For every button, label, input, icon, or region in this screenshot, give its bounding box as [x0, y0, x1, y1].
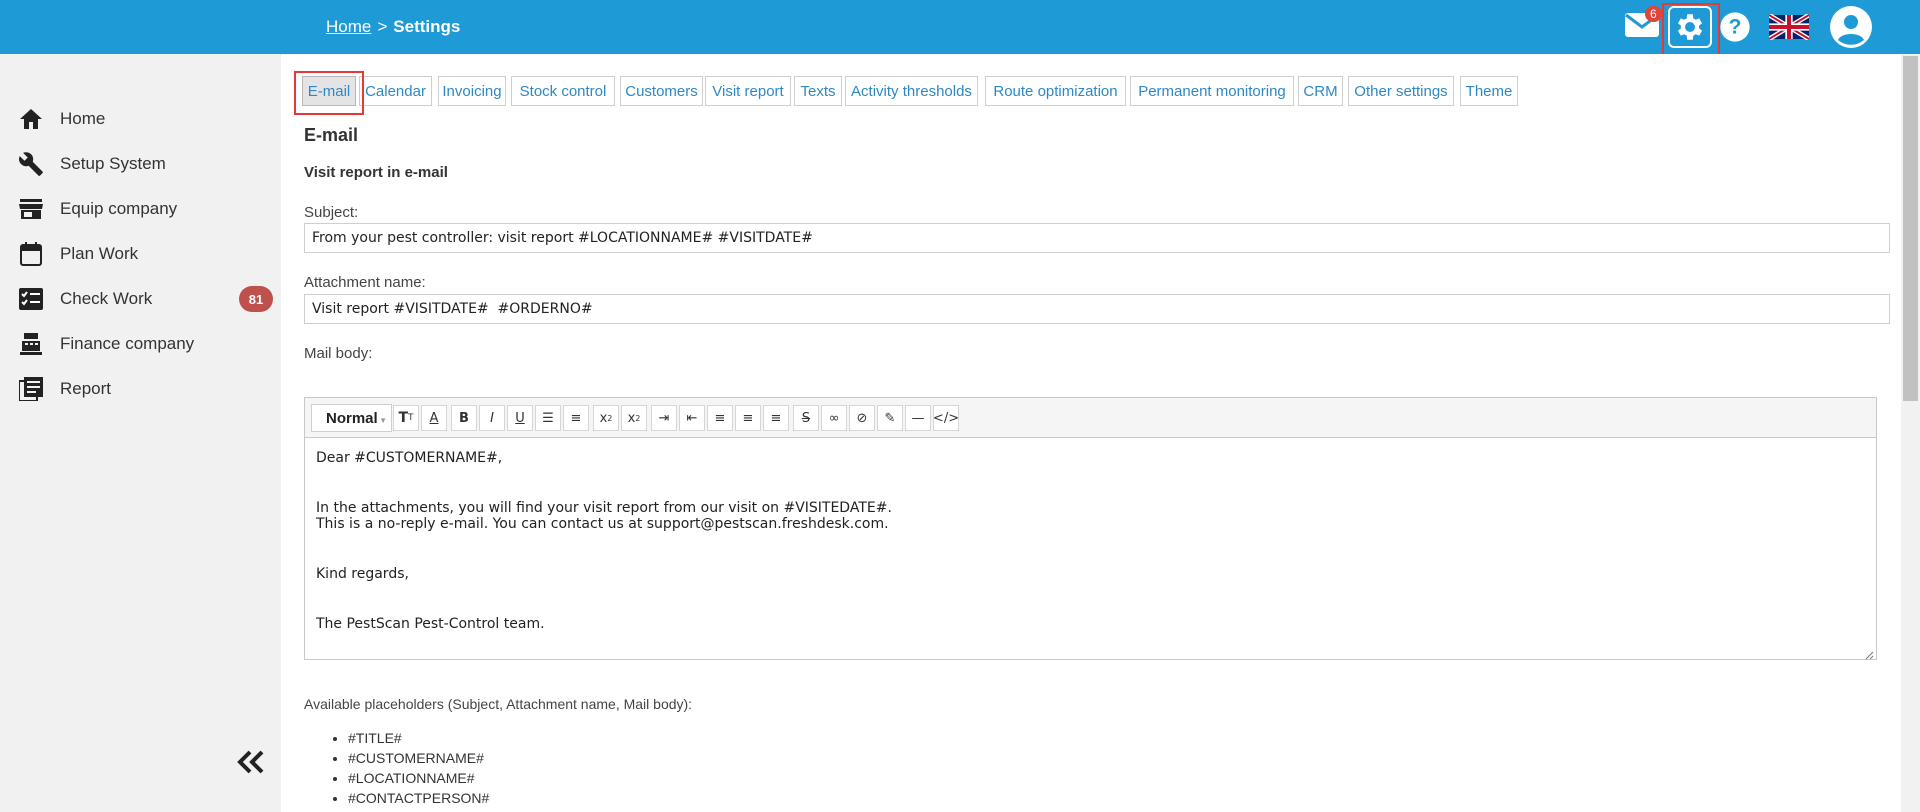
- mail-body-editor: Normal ▼ TT A B I U ☰ ≡ x2 x2 ⇥ ⇤ ≡ ≡ ≡ …: [304, 397, 1877, 660]
- editor-line: This is a no-reply e-mail. You can conta…: [316, 516, 889, 532]
- section-title: E-mail: [304, 125, 359, 145]
- editor-line: Dear #CUSTOMERNAME#,: [316, 450, 503, 466]
- sidebar: Home Setup System Equip company Plan Wor…: [0, 54, 281, 812]
- resize-handle-icon[interactable]: [1864, 647, 1874, 660]
- uk-flag-icon[interactable]: [1768, 13, 1810, 41]
- paragraph-style-value: Normal: [326, 409, 378, 427]
- placeholders-list: #TITLE# #CUSTOMERNAME# #LOCATIONNAME# #C…: [330, 728, 489, 808]
- tab-other-settings[interactable]: Other settings: [1348, 76, 1454, 106]
- sidebar-item-report[interactable]: Report: [0, 369, 281, 409]
- store-icon: [17, 195, 45, 223]
- sidebar-item-label: Plan Work: [60, 244, 139, 263]
- placeholders-label: Available placeholders (Subject, Attachm…: [304, 696, 693, 712]
- subscript-icon[interactable]: x2: [593, 405, 619, 431]
- tab-visit-report[interactable]: Visit report: [705, 76, 791, 106]
- align-right-icon[interactable]: ≡: [763, 405, 789, 431]
- tab-stock-control[interactable]: Stock control: [511, 76, 615, 106]
- help-icon[interactable]: ?: [1718, 8, 1752, 46]
- tab-invoicing[interactable]: Invoicing: [438, 76, 506, 106]
- subject-label: Subject:: [304, 204, 359, 221]
- list-item: #CUSTOMERNAME#: [348, 748, 489, 768]
- mail-body-label: Mail body:: [304, 345, 373, 362]
- font-color-icon[interactable]: A: [421, 405, 447, 431]
- list-item: #CONTACTPERSON#: [348, 788, 489, 808]
- check-work-count-badge: 81: [239, 286, 273, 312]
- breadcrumb-home-link[interactable]: Home: [326, 17, 371, 36]
- sidebar-item-label: Equip company: [60, 199, 178, 218]
- breadcrumb-current: Settings: [393, 17, 461, 36]
- unordered-list-icon[interactable]: ≡: [563, 405, 589, 431]
- user-avatar-icon[interactable]: [1828, 4, 1874, 50]
- list-item: #TITLE#: [348, 728, 489, 748]
- calendar-icon: [17, 240, 45, 268]
- align-center-icon[interactable]: ≡: [735, 405, 761, 431]
- svg-text:?: ?: [1728, 15, 1741, 39]
- editor-toolbar: Normal ▼ TT A B I U ☰ ≡ x2 x2 ⇥ ⇤ ≡ ≡ ≡ …: [305, 398, 1876, 438]
- cash-register-icon: [17, 330, 45, 358]
- wrench-icon: [17, 150, 45, 178]
- editor-line: [316, 582, 1856, 598]
- strikethrough-icon[interactable]: S: [793, 405, 819, 431]
- scrollbar-thumb[interactable]: [1903, 56, 1918, 401]
- editor-line: [316, 466, 1856, 482]
- tab-crm[interactable]: CRM: [1298, 76, 1343, 106]
- collapse-sidebar-icon[interactable]: [234, 742, 266, 782]
- source-code-icon[interactable]: </>: [933, 405, 959, 431]
- tab-theme[interactable]: Theme: [1460, 76, 1518, 106]
- eraser-icon[interactable]: ✎: [877, 405, 903, 431]
- horizontal-rule-icon[interactable]: —: [905, 405, 931, 431]
- tab-texts[interactable]: Texts: [794, 76, 842, 106]
- superscript-icon[interactable]: x2: [621, 405, 647, 431]
- tab-permanent-monitoring[interactable]: Permanent monitoring: [1130, 76, 1294, 106]
- breadcrumb-separator: >: [377, 17, 388, 36]
- editor-line: Kind regards,: [316, 566, 409, 582]
- sidebar-item-plan-work[interactable]: Plan Work: [0, 234, 281, 274]
- section-subtitle: Visit report in e-mail: [304, 164, 448, 181]
- italic-icon[interactable]: I: [479, 405, 505, 431]
- ordered-list-icon[interactable]: ☰: [535, 405, 561, 431]
- report-icon: [17, 375, 45, 403]
- bold-icon[interactable]: B: [451, 405, 477, 431]
- chevron-down-icon: ▼: [379, 416, 387, 425]
- sidebar-item-label: Home: [60, 109, 106, 128]
- tab-highlight-box: [294, 71, 364, 115]
- editor-line: The PestScan Pest-Control team.: [316, 616, 545, 632]
- breadcrumb: Home > Settings: [326, 17, 460, 37]
- editor-line: In the attachments, you will find your v…: [316, 500, 892, 516]
- underline-icon[interactable]: U: [507, 405, 533, 431]
- editor-line: [316, 532, 1856, 548]
- home-icon: [17, 105, 45, 133]
- sidebar-item-setup-system[interactable]: Setup System: [0, 144, 281, 184]
- font-size-icon[interactable]: TT: [393, 405, 419, 431]
- tab-route-optimization[interactable]: Route optimization: [985, 76, 1126, 106]
- paragraph-style-select[interactable]: Normal ▼: [311, 404, 392, 432]
- sidebar-item-label: Check Work: [60, 289, 153, 308]
- tab-calendar[interactable]: Calendar: [359, 76, 432, 106]
- tab-customers[interactable]: Customers: [620, 76, 703, 106]
- link-icon[interactable]: ∞: [821, 405, 847, 431]
- sidebar-item-label: Setup System: [60, 154, 166, 173]
- checklist-icon: [17, 285, 45, 313]
- tab-activity-thresholds[interactable]: Activity thresholds: [845, 76, 978, 106]
- sidebar-item-equip-company[interactable]: Equip company: [0, 189, 281, 229]
- align-left-icon[interactable]: ≡: [707, 405, 733, 431]
- subject-input[interactable]: [304, 223, 1890, 253]
- list-item: #LOCATIONNAME#: [348, 768, 489, 788]
- indent-icon[interactable]: ⇥: [651, 405, 677, 431]
- editor-content[interactable]: Dear #CUSTOMERNAME#, In the attachments,…: [316, 450, 1856, 632]
- unlink-icon[interactable]: ⊘: [849, 405, 875, 431]
- attachment-name-label: Attachment name:: [304, 274, 426, 291]
- sidebar-item-check-work[interactable]: Check Work 81: [0, 279, 281, 319]
- sidebar-item-label: Finance company: [60, 334, 195, 353]
- mail-count-badge: 6: [1645, 6, 1662, 22]
- sidebar-item-label: Report: [60, 379, 112, 398]
- sidebar-item-finance-company[interactable]: Finance company: [0, 324, 281, 364]
- attachment-name-input[interactable]: [304, 294, 1890, 324]
- outdent-icon[interactable]: ⇤: [679, 405, 705, 431]
- sidebar-item-home[interactable]: Home: [0, 99, 281, 139]
